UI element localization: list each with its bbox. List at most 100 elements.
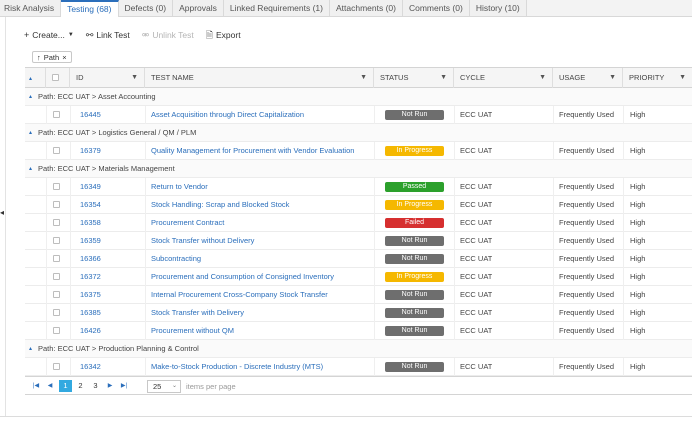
group-row[interactable]: ▴ Path: ECC UAT > Logistics General / QM … bbox=[25, 124, 692, 142]
table-row[interactable]: 16426 Procurement without QM Not Run ECC UA… bbox=[25, 322, 692, 340]
usage-cell: Frequently Used bbox=[559, 272, 615, 281]
caret-up-icon[interactable]: ▴ bbox=[29, 124, 32, 142]
column-divider bbox=[374, 286, 375, 304]
row-checkbox[interactable] bbox=[53, 237, 60, 244]
test-name-link[interactable]: Quality Management for Procurement with … bbox=[151, 142, 373, 160]
row-checkbox[interactable] bbox=[53, 183, 60, 190]
test-id-link[interactable]: 16375 bbox=[80, 286, 101, 304]
test-id-link[interactable]: 16349 bbox=[80, 178, 101, 196]
column-header-usage[interactable]: USAGE ▼ bbox=[553, 68, 623, 88]
test-id-link[interactable]: 16359 bbox=[80, 232, 101, 250]
unlink-test-button[interactable]: ⚮ Unlink Test bbox=[142, 30, 194, 40]
test-id-link[interactable]: 16445 bbox=[80, 106, 101, 124]
table-row[interactable]: 16375 Internal Procurement Cross-Company … bbox=[25, 286, 692, 304]
table-row[interactable]: 16358 Procurement Contract Failed ECC UAT Fr… bbox=[25, 214, 692, 232]
next-page-icon[interactable]: ▶ bbox=[105, 380, 115, 392]
filter-icon[interactable]: ▼ bbox=[539, 68, 546, 88]
caret-up-icon[interactable]: ▴ bbox=[29, 160, 32, 178]
column-header-id[interactable]: ID ▼ bbox=[70, 68, 145, 88]
test-name-link[interactable]: Stock Transfer without Delivery bbox=[151, 232, 373, 250]
row-checkbox[interactable] bbox=[53, 111, 60, 118]
test-name-link[interactable]: Return to Vendor bbox=[151, 178, 373, 196]
test-id-link[interactable]: 16354 bbox=[80, 196, 101, 214]
group-row[interactable]: ▴ Path: ECC UAT > Production Planning & C… bbox=[25, 340, 692, 358]
page-button-1[interactable]: 1 bbox=[59, 380, 72, 392]
table-row[interactable]: 16366 Subcontracting Not Run ECC UAT Frequen… bbox=[25, 250, 692, 268]
test-name-link[interactable]: Make-to-Stock Production - Discrete Indu… bbox=[151, 358, 373, 376]
page-button-3[interactable]: 3 bbox=[89, 380, 102, 392]
table-row[interactable]: 16372 Procurement and Consumption of Cons… bbox=[25, 268, 692, 286]
export-button[interactable]: 🗎 Export bbox=[206, 30, 241, 40]
group-row[interactable]: ▴ Path: ECC UAT > Asset Accounting bbox=[25, 88, 692, 106]
link-test-button[interactable]: ⚯ Link Test bbox=[86, 30, 130, 40]
test-name-link[interactable]: Procurement without QM bbox=[151, 322, 373, 340]
row-checkbox[interactable] bbox=[53, 309, 60, 316]
column-divider bbox=[454, 304, 455, 322]
usage-cell: Frequently Used bbox=[559, 308, 615, 317]
group-chip-path[interactable]: ↑ Path × bbox=[32, 51, 72, 63]
column-header-priority[interactable]: PRIORITY ▼ bbox=[623, 68, 692, 88]
page-size-select[interactable]: 25 ⌄ bbox=[147, 380, 181, 393]
table-row[interactable]: 16445 Asset Acquisition through Direct Ca… bbox=[25, 106, 692, 124]
test-name-link[interactable]: Procurement and Consumption of Consigned… bbox=[151, 268, 373, 286]
filter-icon[interactable]: ▼ bbox=[440, 68, 447, 88]
row-checkbox[interactable] bbox=[53, 147, 60, 154]
tab-comments-0[interactable]: Comments (0) bbox=[402, 0, 470, 16]
table-row[interactable]: 16342 Make-to-Stock Production - Discrete… bbox=[25, 358, 692, 376]
tab-approvals[interactable]: Approvals bbox=[173, 0, 224, 16]
test-id-link[interactable]: 16379 bbox=[80, 142, 101, 160]
caret-up-icon[interactable]: ▴ bbox=[29, 340, 32, 358]
page-button-2[interactable]: 2 bbox=[74, 380, 87, 392]
test-id-link[interactable]: 16372 bbox=[80, 268, 101, 286]
table-row[interactable]: 16385 Stock Transfer with Delivery Not Run… bbox=[25, 304, 692, 322]
test-id-link[interactable]: 16342 bbox=[80, 358, 101, 376]
column-header-status[interactable]: STATUS ▼ bbox=[374, 68, 454, 88]
row-checkbox[interactable] bbox=[53, 273, 60, 280]
row-checkbox[interactable] bbox=[53, 291, 60, 298]
test-id-link[interactable]: 16385 bbox=[80, 304, 101, 322]
row-checkbox[interactable] bbox=[53, 363, 60, 370]
filter-icon[interactable]: ▼ bbox=[360, 68, 367, 88]
test-id-link[interactable]: 16366 bbox=[80, 250, 101, 268]
tab-defects-0[interactable]: Defects (0) bbox=[118, 0, 174, 16]
row-checkbox[interactable] bbox=[53, 255, 60, 262]
caret-up-icon[interactable]: ▴ bbox=[29, 88, 32, 106]
filter-icon[interactable]: ▼ bbox=[131, 68, 138, 88]
row-checkbox[interactable] bbox=[53, 327, 60, 334]
close-icon[interactable]: × bbox=[62, 53, 66, 62]
last-page-icon[interactable]: ▶| bbox=[119, 380, 129, 392]
first-page-icon[interactable]: |◀ bbox=[31, 380, 41, 392]
status-badge: In Progress bbox=[385, 200, 444, 210]
column-header-cycle[interactable]: CYCLE ▼ bbox=[454, 68, 553, 88]
table-row[interactable]: 16379 Quality Management for Procurement … bbox=[25, 142, 692, 160]
expand-all-toggle[interactable]: ▴ bbox=[25, 68, 46, 88]
table-row[interactable]: 16354 Stock Handling: Scrap and Blocked S… bbox=[25, 196, 692, 214]
test-name-link[interactable]: Internal Procurement Cross-Company Stock… bbox=[151, 286, 373, 304]
prev-page-icon[interactable]: ◀ bbox=[45, 380, 55, 392]
select-all-checkbox[interactable] bbox=[52, 74, 59, 81]
filter-icon[interactable]: ▼ bbox=[609, 68, 616, 88]
table-row[interactable]: 16359 Stock Transfer without Delivery Not … bbox=[25, 232, 692, 250]
tab-history-10[interactable]: History (10) bbox=[469, 0, 527, 16]
cycle-cell: ECC UAT bbox=[460, 272, 493, 281]
row-checkbox[interactable] bbox=[53, 201, 60, 208]
test-id-link[interactable]: 16426 bbox=[80, 322, 101, 340]
filter-icon[interactable]: ▼ bbox=[679, 68, 686, 88]
tab-testing-68[interactable]: Testing (68) bbox=[61, 0, 119, 17]
column-divider bbox=[145, 142, 146, 160]
test-name-link[interactable]: Subcontracting bbox=[151, 250, 373, 268]
test-name-link[interactable]: Asset Acquisition through Direct Capital… bbox=[151, 106, 373, 124]
row-checkbox[interactable] bbox=[53, 219, 60, 226]
tab-attachments-0[interactable]: Attachments (0) bbox=[329, 0, 403, 16]
group-row[interactable]: ▴ Path: ECC UAT > Materials Management bbox=[25, 160, 692, 178]
create-button[interactable]: + Create... ▼ bbox=[24, 30, 74, 40]
test-name-link[interactable]: Procurement Contract bbox=[151, 214, 373, 232]
tab-risk-analysis[interactable]: Risk Analysis bbox=[0, 0, 62, 16]
test-name-link[interactable]: Stock Transfer with Delivery bbox=[151, 304, 373, 322]
tab-linked-requirements-1[interactable]: Linked Requirements (1) bbox=[223, 0, 330, 16]
table-row[interactable]: 16349 Return to Vendor Passed ECC UAT Freque… bbox=[25, 178, 692, 196]
test-name-link[interactable]: Stock Handling: Scrap and Blocked Stock bbox=[151, 196, 373, 214]
column-header-test-name[interactable]: TEST NAME ▼ bbox=[145, 68, 374, 88]
group-label: Path: ECC UAT > Logistics General / QM /… bbox=[38, 128, 197, 137]
test-id-link[interactable]: 16358 bbox=[80, 214, 101, 232]
